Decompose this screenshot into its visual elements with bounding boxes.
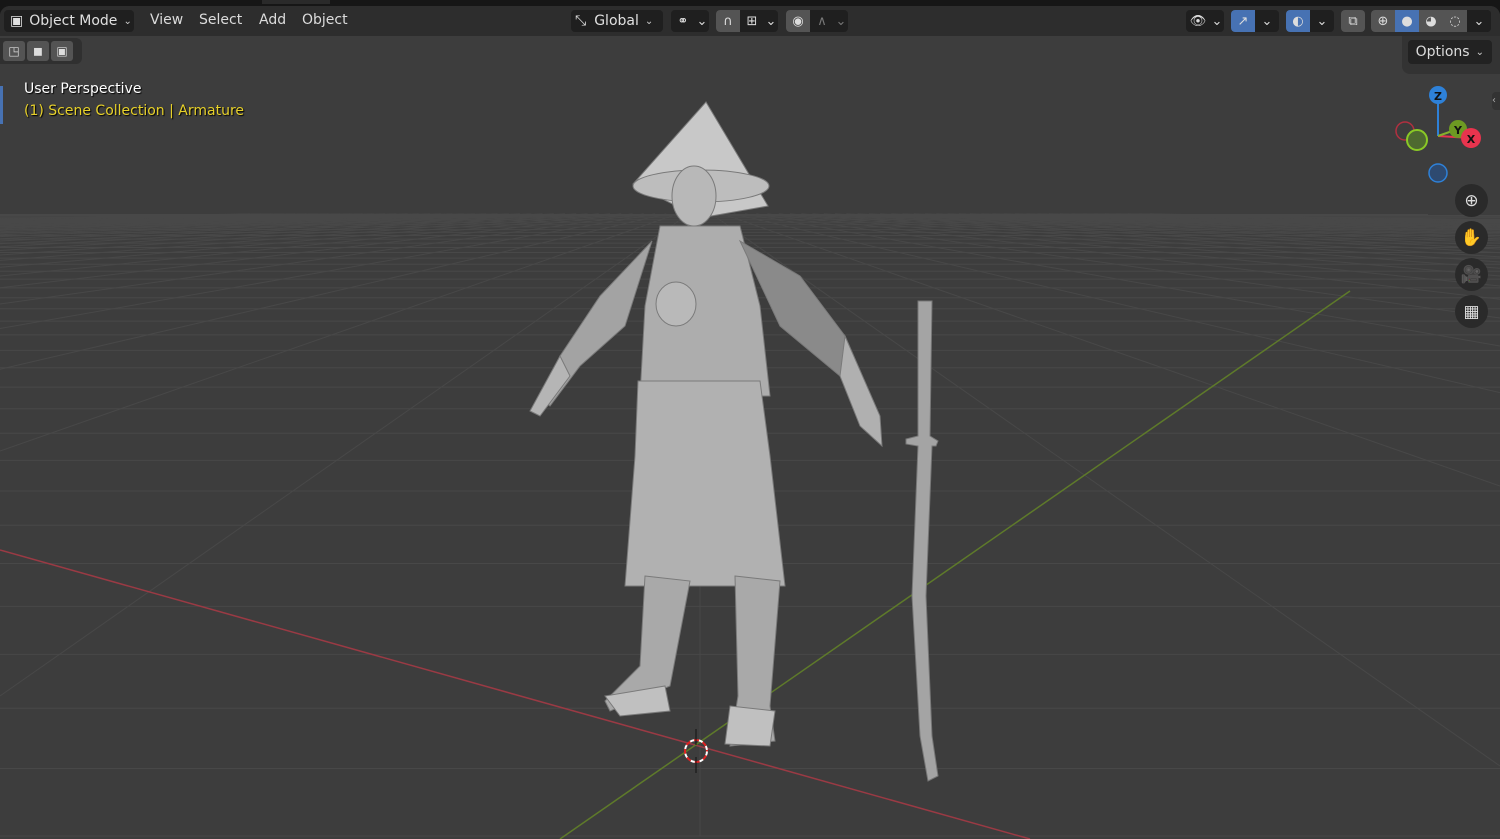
snap-increment-icon: ⊞: [746, 13, 758, 29]
pivot-icon: ⚭: [677, 13, 689, 29]
3d-cursor: [684, 729, 708, 773]
rendered-shading-icon: ◌: [1443, 10, 1467, 32]
mode-label: Object Mode: [29, 13, 118, 29]
ortho-grid-icon[interactable]: ▦: [1455, 295, 1488, 328]
gizmo-x-label: X: [1467, 133, 1476, 146]
wireframe-shading-icon: ⊕: [1371, 10, 1395, 32]
left-region-edge: [0, 86, 3, 124]
character-model: [529, 101, 883, 747]
gizmo-y-label: Y: [1453, 124, 1463, 137]
collection-name: (1) Scene Collection: [24, 103, 165, 119]
snap-magnet-icon: ∩: [716, 10, 740, 32]
menu-view[interactable]: View: [150, 12, 183, 28]
orientation-icon: ⤡: [575, 13, 587, 29]
options-dropdown[interactable]: Options ⌄: [1407, 40, 1492, 64]
select-subtract-icon[interactable]: ▣: [51, 41, 73, 61]
grid-line: [711, 213, 1500, 767]
menu-object[interactable]: Object: [302, 12, 348, 28]
viewport-info: User Perspective (1) Scene Collection | …: [24, 78, 244, 122]
camera-view-icon[interactable]: 🎥: [1455, 258, 1488, 291]
menu-select[interactable]: Select: [199, 12, 242, 28]
material-shading-icon: ◕: [1419, 10, 1443, 32]
shading-modes[interactable]: ⊕ ● ◕ ◌ ⌄: [1371, 10, 1491, 32]
visibility-dropdown[interactable]: 👁 ⌄: [1186, 10, 1224, 32]
menu-add[interactable]: Add: [259, 12, 286, 28]
window-tab: [262, 0, 330, 4]
x-axis-line: [0, 549, 1031, 839]
visibility-eye-icon: 👁: [1189, 13, 1207, 29]
proportional-edit-icon: ◉: [786, 10, 810, 32]
snapping-group[interactable]: ∩ ⊞ ⌄: [716, 10, 778, 32]
blender-3d-viewport-window: Z Y X ◳ ◼ ▣ User Perspective (1) Scene C…: [0, 6, 1500, 839]
xray-icon: ⧉: [1341, 10, 1365, 32]
viewport-header: ▣ Object Mode ⌄ View Select Add Object ⤡ Gl…: [0, 6, 1500, 36]
solid-shading-icon: ●: [1395, 10, 1419, 32]
navigation-gizmo[interactable]: Z Y X: [1395, 86, 1481, 183]
selection-mode-row: ◳ ◼ ▣: [0, 38, 82, 64]
gizmo-z-label: Z: [1434, 90, 1442, 103]
katana-model: [905, 300, 939, 782]
zoom-icon[interactable]: ⊕: [1455, 184, 1488, 217]
object-mode-icon: ▣: [10, 13, 24, 29]
gizmo-icon: ↗: [1231, 10, 1255, 32]
mode-dropdown[interactable]: ▣ Object Mode ⌄: [4, 10, 134, 32]
sidebar-toggle[interactable]: ‹: [1492, 92, 1500, 110]
proportional-editing-group[interactable]: ◉ ∧ ⌄: [786, 10, 848, 32]
view-name: User Perspective: [24, 81, 142, 97]
overlay-toggle[interactable]: ◐ ⌄: [1286, 10, 1334, 32]
viewport-scene: Z Y X: [0, 86, 1500, 839]
grid-line: [0, 213, 690, 697]
orientation-label: Global: [594, 13, 639, 29]
grid-line: [744, 213, 1500, 347]
options-label: Options: [1415, 44, 1470, 60]
select-new-icon[interactable]: ◳: [3, 41, 25, 61]
pivot-dropdown[interactable]: ⚭ ⌄: [671, 10, 709, 32]
shading-options-chevron: ⌄: [1467, 10, 1491, 32]
transform-orientation-dropdown[interactable]: ⤡ Global ⌄: [571, 10, 663, 32]
gizmo-toggle[interactable]: ↗ ⌄: [1231, 10, 1279, 32]
viewport-canvas[interactable]: Z Y X ◳ ◼ ▣ User Perspective (1) Scene C…: [0, 36, 1500, 839]
falloff-icon: ∧: [817, 13, 827, 29]
xray-toggle[interactable]: ⧉: [1341, 10, 1365, 32]
active-object-name: Armature: [178, 103, 245, 119]
select-extend-icon[interactable]: ◼: [27, 41, 49, 61]
overlay-icon: ◐: [1286, 10, 1310, 32]
pan-hand-icon[interactable]: ✋: [1455, 221, 1488, 254]
